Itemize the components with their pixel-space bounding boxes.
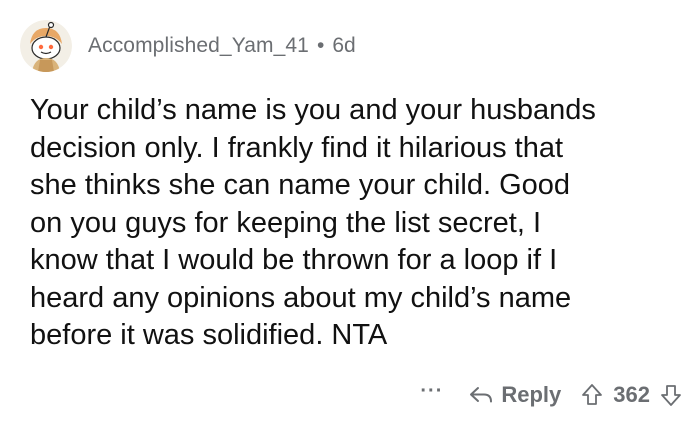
avatar[interactable] bbox=[20, 20, 72, 72]
comment-body-line: Your child’s name is you and your husban… bbox=[30, 94, 596, 126]
downvote-button[interactable] bbox=[660, 383, 682, 407]
vote-controls: 362 bbox=[581, 382, 682, 408]
comment-body-line: decision only. I frankly find it hilario… bbox=[30, 131, 564, 164]
author-username[interactable]: Accomplished_Yam_41 bbox=[88, 34, 309, 58]
comment-body-line: on you guys for keeping the list secret,… bbox=[30, 206, 541, 239]
meta-separator: • bbox=[316, 34, 325, 57]
comment-body-line: she thinks she can name your child. Good bbox=[30, 169, 571, 201]
comment-body-line: heard any opinions about my child’s name bbox=[30, 281, 572, 314]
reply-arrow-icon bbox=[470, 387, 493, 403]
comment-header: Accomplished_Yam_41 • 6d bbox=[20, 14, 356, 78]
upvote-arrow-icon bbox=[582, 384, 603, 405]
more-options-button[interactable]: ··· bbox=[420, 380, 443, 403]
comment-body-line: before it was solidified. NTA bbox=[30, 319, 388, 351]
comment-body: Your child’s name is you and your husban… bbox=[30, 92, 680, 355]
comment-age: 6d bbox=[332, 34, 356, 57]
reply-button[interactable]: Reply bbox=[469, 382, 561, 408]
upvote-button[interactable] bbox=[581, 383, 603, 407]
comment-body-line: know that I would be thrown for a loop i… bbox=[30, 244, 558, 276]
vote-score: 362 bbox=[613, 382, 650, 407]
reply-label: Reply bbox=[501, 382, 562, 407]
comment-actions: ··· Reply 362 bbox=[420, 374, 682, 416]
comment: Accomplished_Yam_41 • 6d Your child’s na… bbox=[0, 0, 700, 428]
downvote-arrow-icon bbox=[661, 385, 681, 406]
snoo-avatar-icon bbox=[20, 20, 72, 72]
